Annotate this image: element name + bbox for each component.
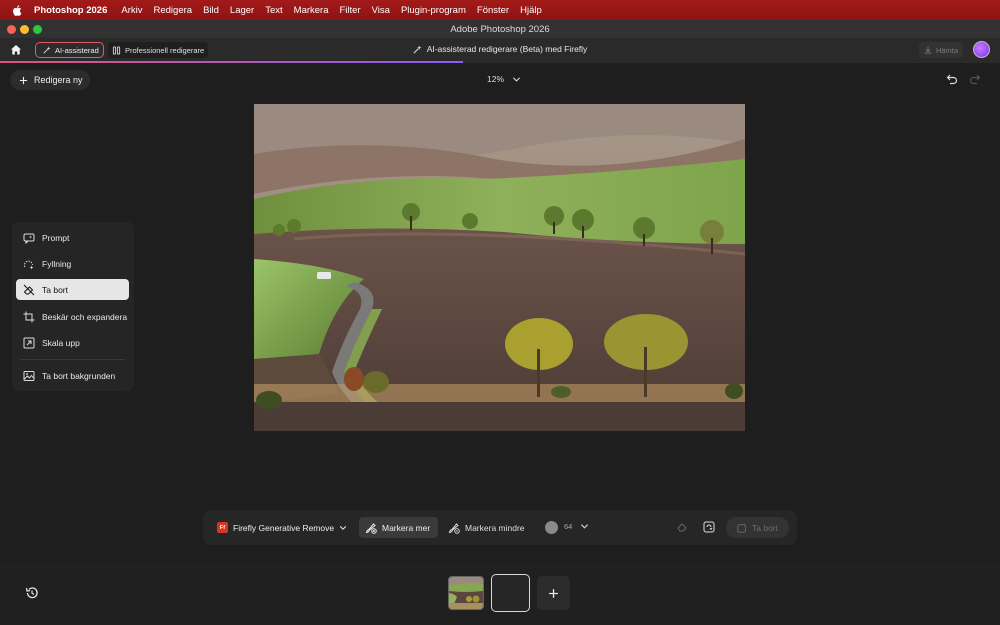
undo-icon[interactable] [946, 73, 958, 85]
generate-icon [737, 522, 746, 533]
download-button[interactable]: Hämta [919, 42, 963, 58]
menu-fonster[interactable]: Fönster [477, 5, 509, 16]
app-toolbar: AI-assisterad Professionell redigerare A… [0, 39, 1000, 61]
tool-remove[interactable]: Ta bort [16, 279, 129, 300]
menu-filter[interactable]: Filter [340, 5, 361, 16]
version-thumbnail[interactable] [448, 576, 484, 610]
download-icon [924, 46, 932, 54]
crop-icon [23, 311, 35, 322]
fill-icon [24, 260, 34, 269]
empty-version-thumbnail[interactable] [491, 574, 530, 612]
document-title: AI-assisterad redigerare (Beta) med Fire… [0, 44, 1000, 54]
menu-redigera[interactable]: Redigera [154, 5, 193, 16]
tool-upscale[interactable]: Skala upp [16, 332, 129, 353]
zoom-dropdown[interactable]: 12% [487, 74, 521, 84]
window-title-bar: Adobe Photoshop 2026 [0, 20, 1000, 39]
brush-size-value: 64 [564, 522, 573, 531]
sparkle-wand-icon [413, 44, 422, 53]
menu-app-name[interactable]: Photoshop 2026 [34, 5, 107, 16]
select-more-button[interactable]: Markera mer [359, 517, 438, 538]
generative-action-bar: Ff Firefly Generative Remove Markera mer… [203, 510, 797, 545]
menu-plugin-program[interactable]: Plugin-program [401, 5, 466, 16]
tool-fill[interactable]: Fyllning [16, 253, 129, 274]
tool-label: Fyllning [42, 258, 72, 269]
remove-apply-label: Ta bort [752, 522, 778, 533]
apple-logo-icon[interactable] [12, 4, 24, 16]
clear-selection-icon[interactable] [676, 521, 688, 533]
menu-visa[interactable]: Visa [372, 5, 390, 16]
window-title: Adobe Photoshop 2026 [450, 23, 550, 35]
menu-lager[interactable]: Lager [230, 5, 254, 16]
redo-icon[interactable] [969, 73, 981, 85]
minimize-window-button[interactable] [20, 25, 29, 34]
document-title-text: AI-assisterad redigerare (Beta) med Fire… [426, 44, 588, 54]
macos-menu-bar: Photoshop 2026 Arkiv Redigera Bild Lager… [0, 0, 1000, 20]
firefly-logo-icon: Ff [217, 522, 228, 533]
tool-label: Beskär och expandera [42, 311, 128, 322]
brush-size-indicator[interactable] [545, 521, 558, 534]
maximize-window-button[interactable] [33, 25, 42, 34]
new-edit-button[interactable]: Redigera ny [10, 70, 90, 90]
menu-hjalp[interactable]: Hjälp [520, 5, 542, 16]
bottom-filmstrip [0, 562, 1000, 625]
tool-prompt[interactable]: Prompt [16, 227, 129, 248]
close-window-button[interactable] [7, 25, 16, 34]
landscape-photo [254, 104, 745, 431]
brush-add-icon [365, 522, 377, 534]
select-less-button[interactable]: Markera mindre [448, 517, 525, 538]
zoom-value: 12% [487, 74, 505, 84]
document-canvas[interactable] [254, 104, 745, 431]
chevron-down-icon [512, 76, 521, 82]
invert-selection-icon[interactable] [703, 521, 715, 533]
thumbnail-image [449, 577, 483, 609]
model-dropdown[interactable]: Ff Firefly Generative Remove [211, 517, 353, 538]
remove-background-icon [23, 370, 35, 381]
select-less-label: Markera mindre [465, 522, 525, 533]
tool-remove-background[interactable]: Ta bort bakgrunden [16, 365, 129, 386]
menu-markera[interactable]: Markera [294, 5, 329, 16]
tool-label: Prompt [42, 232, 70, 243]
chevron-down-icon [339, 525, 347, 530]
chevron-down-icon[interactable] [580, 522, 589, 531]
tool-crop-expand[interactable]: Beskär och expandera [16, 306, 129, 327]
remove-apply-button[interactable]: Ta bort [726, 517, 789, 538]
plus-icon [549, 588, 558, 598]
menu-bild[interactable]: Bild [203, 5, 219, 16]
model-label: Firefly Generative Remove [233, 522, 335, 533]
tool-label: Ta bort [42, 284, 68, 295]
add-version-button[interactable] [537, 576, 570, 610]
upscale-icon [23, 337, 35, 348]
brush-subtract-icon [448, 522, 460, 534]
panel-divider [20, 359, 125, 360]
plus-icon [19, 76, 28, 84]
menu-text[interactable]: Text [265, 5, 282, 16]
user-avatar[interactable] [973, 41, 990, 58]
menu-arkiv[interactable]: Arkiv [121, 5, 142, 16]
progress-bar [0, 61, 463, 63]
eraser-icon [23, 284, 35, 295]
select-more-label: Markera mer [382, 522, 431, 533]
tool-panel: Prompt Fyllning Ta bort Beskär och expan… [12, 222, 134, 391]
prompt-icon [23, 233, 35, 244]
history-icon[interactable] [25, 586, 39, 600]
tool-label: Ta bort bakgrunden [42, 370, 116, 381]
progress-track [0, 61, 1000, 63]
download-label: Hämta [935, 45, 959, 55]
tool-label: Skala upp [42, 337, 80, 348]
new-edit-label: Redigera ny [34, 75, 83, 85]
